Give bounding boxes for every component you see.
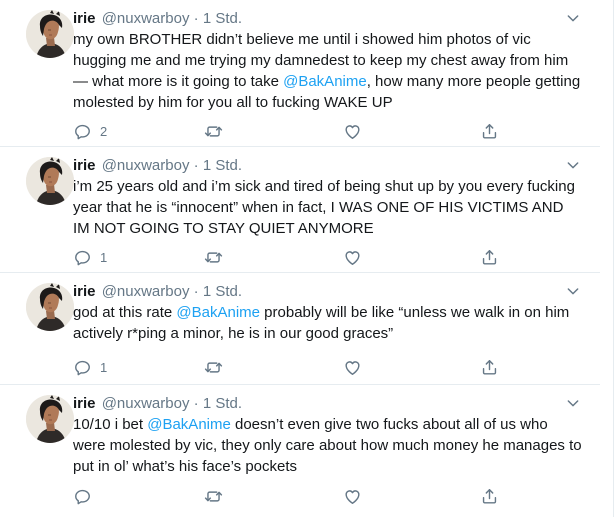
tweet-actions: 2	[73, 121, 593, 141]
user-handle[interactable]: @nuxwarboy	[102, 157, 190, 174]
retweet-button[interactable]	[204, 486, 223, 506]
tweet-feed: irie @nuxwarboy · 1 Std. my own BROTHER …	[0, 0, 614, 517]
tweet[interactable]: irie @nuxwarboy · 1 Std. my own BROTHER …	[0, 0, 600, 147]
tweet[interactable]: irie @nuxwarboy · 1 Std. 10/10 i bet @Ba…	[0, 385, 600, 517]
chevron-down-icon[interactable]	[565, 10, 581, 26]
tweet-text-part: god at this rate	[73, 304, 177, 321]
share-icon	[480, 487, 499, 506]
display-name[interactable]: irie	[73, 283, 96, 300]
tweet-header: irie @nuxwarboy · 1 Std.	[73, 282, 242, 302]
avatar[interactable]	[26, 157, 74, 205]
separator-dot: ·	[193, 283, 199, 300]
heart-icon	[343, 248, 362, 267]
separator-dot: ·	[193, 395, 199, 412]
user-handle[interactable]: @nuxwarboy	[102, 10, 190, 27]
timestamp[interactable]: 1 Std.	[203, 283, 242, 300]
retweet-button[interactable]	[204, 247, 223, 267]
like-button[interactable]	[343, 486, 362, 506]
reply-button[interactable]	[73, 486, 100, 506]
like-button[interactable]	[343, 357, 362, 377]
tweet-text-part: i’m 25 years old and i’m sick and tired …	[73, 178, 575, 237]
share-button[interactable]	[480, 247, 499, 267]
chevron-down-icon[interactable]	[565, 395, 581, 411]
tweet-actions: 1	[73, 357, 593, 377]
share-icon	[480, 248, 499, 267]
reply-count: 1	[100, 249, 108, 265]
tweet[interactable]: irie @nuxwarboy · 1 Std. god at this rat…	[0, 273, 600, 385]
retweet-icon	[204, 248, 223, 267]
avatar[interactable]	[26, 395, 74, 443]
avatar-image	[26, 283, 74, 331]
mention-link[interactable]: @BakAnime	[147, 416, 231, 433]
retweet-icon	[204, 358, 223, 377]
avatar-image	[26, 157, 74, 205]
chevron-down-icon[interactable]	[565, 283, 581, 299]
user-handle[interactable]: @nuxwarboy	[102, 283, 190, 300]
timestamp[interactable]: 1 Std.	[203, 395, 242, 412]
mention-link[interactable]: @BakAnime	[283, 73, 367, 90]
retweet-button[interactable]	[204, 357, 223, 377]
display-name[interactable]: irie	[73, 10, 96, 27]
reply-button[interactable]: 1	[73, 357, 107, 377]
share-button[interactable]	[480, 486, 499, 506]
reply-count: 2	[100, 123, 108, 139]
separator-dot: ·	[193, 157, 199, 174]
timestamp[interactable]: 1 Std.	[203, 10, 242, 27]
tweet-text: 10/10 i bet @BakAnime doesn’t even give …	[73, 414, 583, 477]
heart-icon	[343, 122, 362, 141]
avatar-image	[26, 10, 74, 58]
display-name[interactable]: irie	[73, 395, 96, 412]
tweet-actions: 1	[73, 247, 593, 267]
reply-button[interactable]: 2	[73, 121, 107, 141]
tweet-text: my own BROTHER didn’t believe me until i…	[73, 29, 583, 113]
share-icon	[480, 122, 499, 141]
chevron-down-icon[interactable]	[565, 157, 581, 173]
share-icon	[480, 358, 499, 377]
avatar-image	[26, 395, 74, 443]
share-button[interactable]	[480, 357, 499, 377]
tweet-header: irie @nuxwarboy · 1 Std.	[73, 9, 242, 29]
heart-icon	[343, 358, 362, 377]
user-handle[interactable]: @nuxwarboy	[102, 395, 190, 412]
tweet[interactable]: irie @nuxwarboy · 1 Std. i’m 25 years ol…	[0, 147, 600, 273]
reply-count: 1	[100, 359, 108, 375]
reply-icon	[73, 122, 92, 141]
reply-button[interactable]: 1	[73, 247, 107, 267]
separator-dot: ·	[193, 10, 199, 27]
avatar[interactable]	[26, 10, 74, 58]
tweet-actions	[73, 486, 593, 506]
reply-icon	[73, 487, 92, 506]
tweet-text: god at this rate @BakAnime probably will…	[73, 302, 583, 344]
tweet-text-part: 10/10 i bet	[73, 416, 148, 433]
share-button[interactable]	[480, 121, 499, 141]
reply-icon	[73, 248, 92, 267]
tweet-text: i’m 25 years old and i’m sick and tired …	[73, 176, 583, 239]
retweet-button[interactable]	[204, 121, 223, 141]
like-button[interactable]	[343, 247, 362, 267]
avatar[interactable]	[26, 283, 74, 331]
tweet-header: irie @nuxwarboy · 1 Std.	[73, 394, 242, 414]
mention-link[interactable]: @BakAnime	[176, 304, 260, 321]
like-button[interactable]	[343, 121, 362, 141]
tweet-header: irie @nuxwarboy · 1 Std.	[73, 156, 242, 176]
retweet-icon	[204, 487, 223, 506]
display-name[interactable]: irie	[73, 157, 96, 174]
heart-icon	[343, 487, 362, 506]
reply-icon	[73, 358, 92, 377]
timestamp[interactable]: 1 Std.	[203, 157, 242, 174]
retweet-icon	[204, 122, 223, 141]
